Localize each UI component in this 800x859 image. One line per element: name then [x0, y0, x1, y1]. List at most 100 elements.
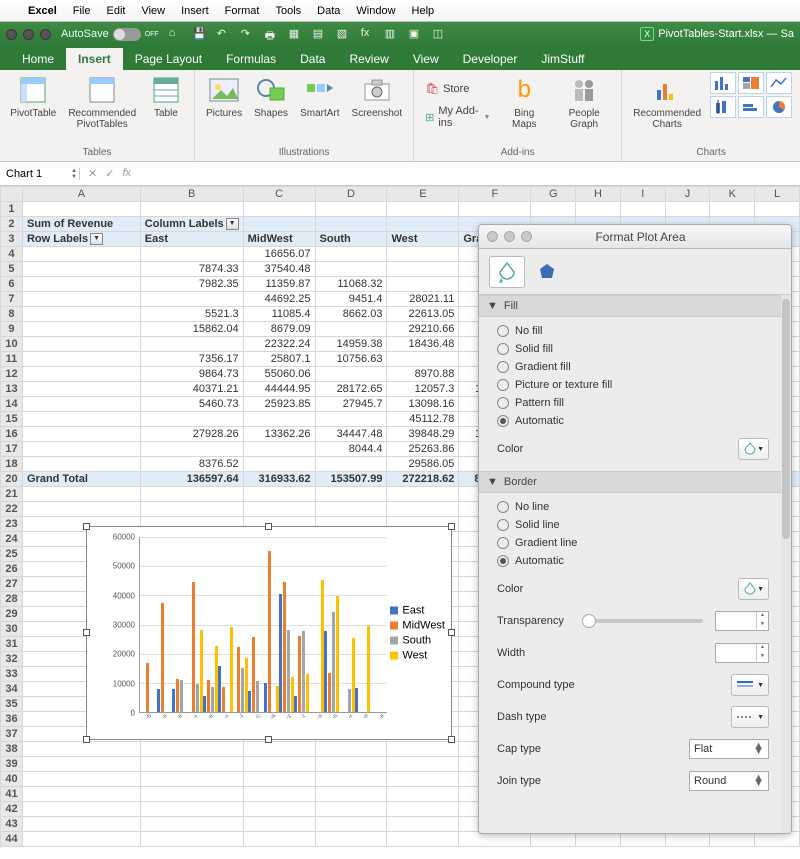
window-controls[interactable]	[6, 29, 51, 40]
effects-tab[interactable]	[529, 256, 565, 288]
people-graph-button[interactable]: People Graph	[555, 72, 613, 132]
fill-section-header[interactable]: ▼Fill	[479, 295, 781, 317]
menu-edit[interactable]: Edit	[106, 5, 125, 17]
menu-data[interactable]: Data	[317, 5, 340, 17]
chart-stat-button[interactable]	[710, 96, 736, 118]
radio-gradient-line[interactable]: Gradient line	[497, 537, 769, 549]
menu-insert[interactable]: Insert	[181, 5, 209, 17]
store-button[interactable]: 🛍Store	[422, 80, 493, 97]
table-button[interactable]: Table	[146, 72, 186, 121]
radio-pattern-fill[interactable]: Pattern fill	[497, 397, 769, 409]
tab-review[interactable]: Review	[337, 48, 400, 70]
tab-formulas[interactable]: Formulas	[214, 48, 288, 70]
formula-icon[interactable]: fx	[361, 27, 375, 41]
save-icon[interactable]: 💾	[193, 27, 207, 41]
menu-help[interactable]: Help	[412, 5, 435, 17]
my-addins-button[interactable]: ⊞My Add-ins▼	[422, 103, 493, 131]
print-icon[interactable]: 🖶	[265, 27, 279, 41]
pane-title: Format Plot Area	[540, 230, 741, 244]
store-icon: 🛍	[425, 82, 439, 95]
menu-tools[interactable]: Tools	[275, 5, 301, 17]
fx-icon[interactable]: fx	[122, 167, 131, 180]
border-color-button[interactable]: ▼	[738, 578, 769, 600]
pictures-button[interactable]: Pictures	[203, 72, 245, 121]
plot-area[interactable]: 0100002000030000400005000060000 -b-e-e-i…	[109, 537, 387, 713]
autosave-label: AutoSave	[61, 28, 109, 40]
pane-scrollbar[interactable]	[781, 295, 791, 833]
close-icon[interactable]	[6, 29, 17, 40]
chart-column-button[interactable]	[738, 96, 764, 118]
qat4-icon[interactable]: ▥	[385, 27, 399, 41]
cancel-icon[interactable]: ✕	[88, 167, 97, 180]
tab-home[interactable]: Home	[10, 48, 66, 70]
transparency-label: Transparency	[497, 615, 564, 627]
name-box-stepper[interactable]: ▲▼	[71, 168, 77, 180]
smartart-button[interactable]: SmartArt	[297, 72, 342, 121]
zoom-icon[interactable]	[40, 29, 51, 40]
radio-gradient-fill[interactable]: Gradient fill	[497, 361, 769, 373]
dash-type-button[interactable]: ▼	[731, 706, 769, 728]
radio-no-line[interactable]: No line	[497, 501, 769, 513]
radio-automatic[interactable]: Automatic	[497, 555, 769, 567]
chart-pie-button[interactable]	[766, 96, 792, 118]
shapes-button[interactable]: Shapes	[251, 72, 291, 121]
pane-tabs	[479, 249, 791, 295]
compound-type-button[interactable]: ▼	[731, 674, 769, 696]
fill-line-tab[interactable]	[489, 256, 525, 288]
bing-maps-button[interactable]: bBing Maps	[501, 72, 547, 132]
tab-page-layout[interactable]: Page Layout	[123, 48, 214, 70]
pane-zoom-icon[interactable]	[521, 231, 532, 242]
redo-icon[interactable]: ↷	[241, 27, 255, 41]
enter-icon[interactable]: ✓	[105, 167, 114, 180]
window-titlebar: AutoSave OFF ⌂ 💾 ↶ ↷ 🖶 ▦ ▤ ▧ fx ▥ ▣ ◫ X …	[0, 22, 800, 46]
minimize-icon[interactable]	[23, 29, 34, 40]
tab-developer[interactable]: Developer	[451, 48, 530, 70]
tab-data[interactable]: Data	[288, 48, 337, 70]
radio-solid-line[interactable]: Solid line	[497, 519, 769, 531]
pivottable-button[interactable]: PivotTable	[8, 72, 59, 121]
chart-line-button[interactable]	[766, 72, 792, 94]
transparency-input[interactable]: ▲▼	[715, 611, 769, 631]
bing-icon: b	[508, 74, 540, 106]
cap-type-select[interactable]: Flat▲▼	[689, 739, 769, 759]
ribbon-group-tables: PivotTable Recommended PivotTables Table…	[0, 70, 195, 161]
pane-body: ▼Fill No fill Solid fill Gradient fill Pict…	[479, 295, 781, 833]
chart-hier-button[interactable]	[738, 72, 764, 94]
ribbon-group-charts: Recommended Charts Charts	[622, 70, 800, 161]
pane-titlebar[interactable]: Format Plot Area	[479, 225, 791, 249]
qat5-icon[interactable]: ▣	[409, 27, 423, 41]
tab-insert[interactable]: Insert	[66, 48, 123, 70]
recommended-pivottables-button[interactable]: Recommended PivotTables	[65, 72, 140, 132]
tab-jimstuff[interactable]: JimStuff	[529, 48, 596, 70]
join-type-select[interactable]: Round▲▼	[689, 771, 769, 791]
width-input[interactable]: ▲▼	[715, 643, 769, 663]
autosave-toggle[interactable]: AutoSave OFF	[61, 28, 159, 41]
menu-format[interactable]: Format	[225, 5, 260, 17]
menu-view[interactable]: View	[141, 5, 165, 17]
undo-icon[interactable]: ↶	[217, 27, 231, 41]
radio-solid-fill[interactable]: Solid fill	[497, 343, 769, 355]
embedded-chart[interactable]: 0100002000030000400005000060000 -b-e-e-i…	[86, 526, 452, 740]
chart-bar-button[interactable]	[710, 72, 736, 94]
qat2-icon[interactable]: ▤	[313, 27, 327, 41]
tab-view[interactable]: View	[401, 48, 451, 70]
name-box[interactable]: Chart 1 ▲▼	[0, 168, 80, 180]
border-section-header[interactable]: ▼Border	[479, 471, 781, 493]
qat1-icon[interactable]: ▦	[289, 27, 303, 41]
menu-window[interactable]: Window	[356, 5, 395, 17]
chart-legend[interactable]: EastMidWestSouthWest	[390, 602, 445, 665]
screenshot-button[interactable]: Screenshot	[349, 72, 406, 121]
pane-close-icon[interactable]	[487, 231, 498, 242]
app-name[interactable]: Excel	[28, 5, 57, 17]
radio-picture-or-texture-fill[interactable]: Picture or texture fill	[497, 379, 769, 391]
radio-no-fill[interactable]: No fill	[497, 325, 769, 337]
pane-min-icon[interactable]	[504, 231, 515, 242]
fill-color-button[interactable]: ▼	[738, 438, 769, 460]
qat3-icon[interactable]: ▧	[337, 27, 351, 41]
menu-file[interactable]: File	[73, 5, 91, 17]
qat6-icon[interactable]: ◫	[433, 27, 447, 41]
recommended-charts-button[interactable]: Recommended Charts	[630, 72, 704, 132]
transparency-slider[interactable]	[582, 619, 703, 623]
radio-automatic[interactable]: Automatic	[497, 415, 769, 427]
home-icon[interactable]: ⌂	[169, 27, 183, 41]
